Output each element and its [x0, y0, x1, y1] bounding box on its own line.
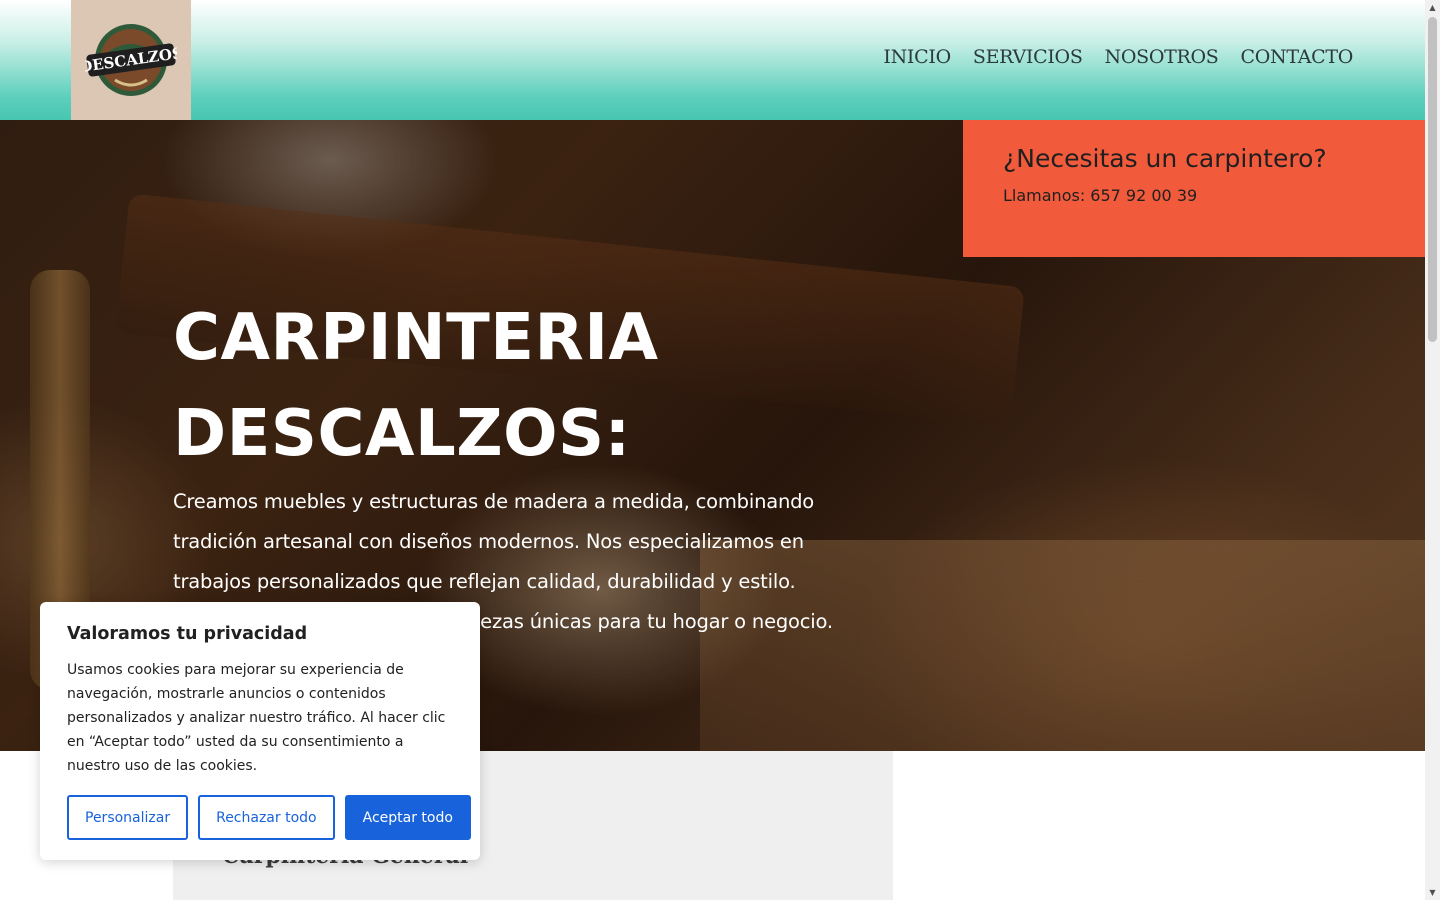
logo-link[interactable]: DESCALZOS [71, 0, 191, 120]
hero-title-line1: CARPINTERIA [173, 301, 659, 375]
hero-title: CARPINTERIA DESCALZOS: [173, 290, 659, 482]
hero-title-line2: DESCALZOS: [173, 397, 631, 471]
nav-servicios[interactable]: SERVICIOS [973, 46, 1083, 68]
accept-all-button[interactable]: Aceptar todo [344, 795, 471, 840]
descalzos-logo: DESCALZOS [85, 24, 177, 96]
scroll-up-arrow-icon[interactable]: ▲ [1425, 0, 1440, 15]
cookie-body: Usamos cookies para mejorar su experienc… [67, 662, 446, 774]
cookie-consent-banner: Valoramos tu privacidad Usamos cookies p… [40, 602, 480, 860]
site-header: DESCALZOS INICIO SERVICIOS NOSOTROS CONT… [0, 0, 1425, 120]
callbox-phone[interactable]: Llamanos: 657 92 00 39 [1003, 186, 1197, 205]
scroll-down-arrow-icon[interactable]: ▼ [1425, 885, 1440, 900]
reject-all-button[interactable]: Rechazar todo [198, 795, 335, 840]
scrollbar-thumb[interactable] [1428, 17, 1437, 342]
callbox-question: ¿Necesitas un carpintero? [1003, 144, 1327, 173]
nav-contacto[interactable]: CONTACTO [1241, 46, 1354, 68]
page-scrollbar[interactable]: ▲ ▼ [1425, 0, 1440, 900]
cookie-title: Valoramos tu privacidad [67, 624, 308, 644]
nav-nosotros[interactable]: NOSOTROS [1105, 46, 1219, 68]
customize-button[interactable]: Personalizar [67, 795, 189, 840]
cookie-buttons: Personalizar Rechazar todo Aceptar todo [67, 795, 471, 840]
main-nav: INICIO SERVICIOS NOSOTROS CONTACTO [883, 46, 1353, 68]
nav-inicio[interactable]: INICIO [883, 46, 951, 68]
call-to-action-box: ¿Necesitas un carpintero? Llamanos: 657 … [963, 120, 1425, 257]
